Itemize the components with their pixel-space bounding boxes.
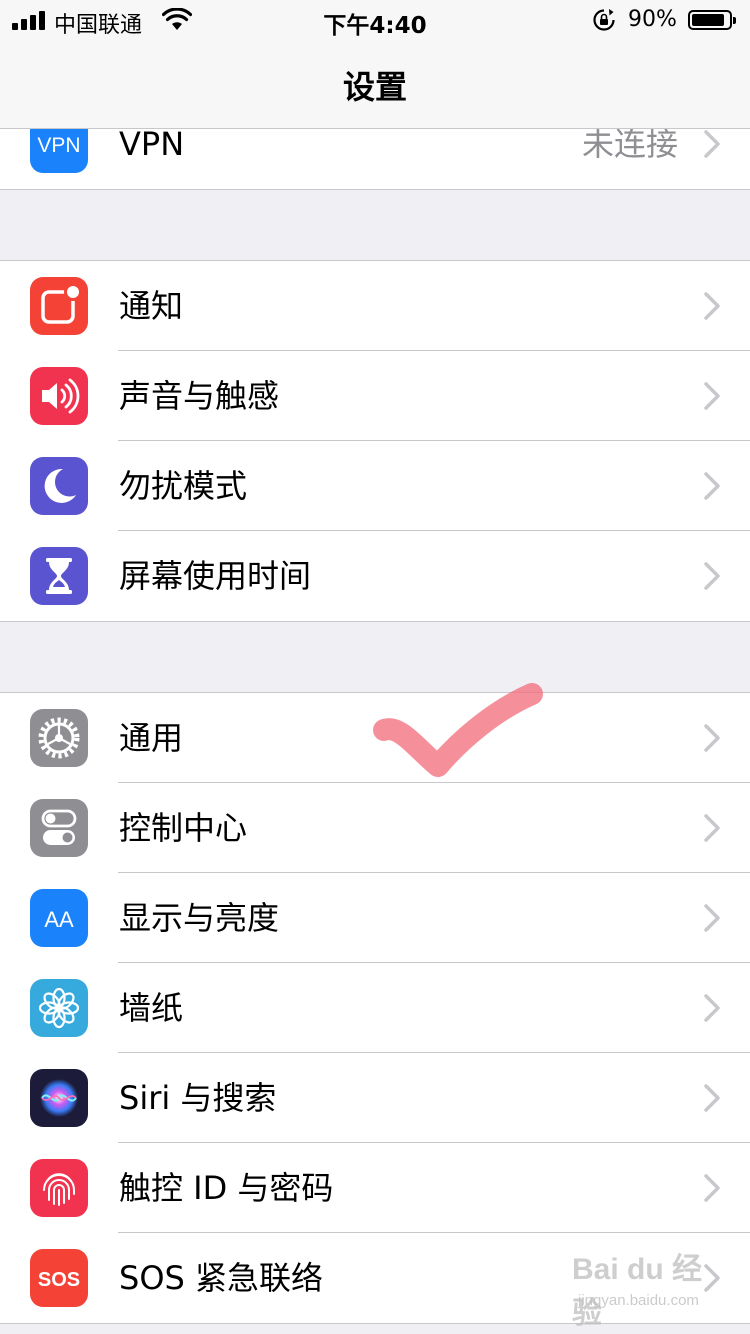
chevron-right-icon [704, 382, 720, 410]
fingerprint-icon [30, 1159, 88, 1217]
speaker-icon [30, 367, 88, 425]
siri-icon [30, 1069, 88, 1127]
settings-row-general[interactable]: 通用 [0, 693, 750, 783]
settings-row-label: 屏幕使用时间 [119, 557, 312, 595]
hourglass-icon [30, 547, 88, 605]
settings-row-label: 勿扰模式 [119, 467, 248, 505]
vpn-icon-text: VPN [37, 134, 80, 157]
chevron-right-icon [704, 814, 720, 842]
toggles-icon [30, 799, 88, 857]
settings-row-wallpaper[interactable]: 墙纸 [0, 963, 750, 1053]
page-title: 设置 [342, 68, 407, 106]
battery-fill [692, 14, 724, 26]
settings-row-label: 墙纸 [119, 989, 184, 1027]
settings-group-general: 通用 控制中心 AA 显示与亮度 墙纸 Siri 与搜索 触控 ID 与密码 S… [0, 692, 750, 1324]
sos-icon: SOS [30, 1249, 88, 1307]
settings-row-label: 触控 ID 与密码 [119, 1169, 334, 1207]
settings-row-label: 控制中心 [119, 809, 248, 847]
settings-row-control-center[interactable]: 控制中心 [0, 783, 750, 873]
settings-row-label: 声音与触感 [119, 377, 280, 415]
text-size-icon-text: AA [44, 907, 74, 932]
settings-row-siri[interactable]: Siri 与搜索 [0, 1053, 750, 1143]
settings-row-label: 通知 [119, 287, 184, 325]
sos-icon-text: SOS [38, 1269, 80, 1291]
settings-row-label: 通用 [119, 719, 184, 757]
chevron-right-icon [704, 1084, 720, 1112]
settings-row-label: 显示与亮度 [119, 899, 280, 937]
gear-icon [30, 709, 88, 767]
text-size-icon: AA [30, 889, 88, 947]
settings-row-do-not-disturb[interactable]: 勿扰模式 [0, 441, 750, 531]
settings-row-sounds[interactable]: 声音与触感 [0, 351, 750, 441]
chevron-right-icon [704, 1174, 720, 1202]
settings-row-display-brightness[interactable]: AA 显示与亮度 [0, 873, 750, 963]
chevron-right-icon [704, 562, 720, 590]
status-bar: 中国联通 下午4:40 90% [0, 0, 750, 40]
battery-icon [688, 10, 736, 30]
settings-row-notifications[interactable]: 通知 [0, 261, 750, 351]
settings-row-touch-id[interactable]: 触控 ID 与密码 [0, 1143, 750, 1233]
settings-screen: 中国联通 下午4:40 90% 设置 VPN VPN 未连接 通知 声音与触感 … [0, 0, 750, 1334]
flower-icon [30, 979, 88, 1037]
moon-icon [30, 457, 88, 515]
chevron-right-icon [704, 904, 720, 932]
chevron-right-icon [704, 292, 720, 320]
chevron-right-icon [704, 724, 720, 752]
chevron-right-icon [704, 1264, 720, 1292]
settings-row-label: Siri 与搜索 [119, 1079, 277, 1117]
battery-percentage: 90% [628, 7, 677, 32]
settings-group-notifications: 通知 声音与触感 勿扰模式 屏幕使用时间 [0, 260, 750, 622]
settings-list: VPN VPN 未连接 通知 声音与触感 勿扰模式 屏幕使用时间 通用 控制中心… [0, 98, 750, 1324]
navigation-bar: 中国联通 下午4:40 90% 设置 [0, 0, 750, 129]
notifications-icon [30, 277, 88, 335]
chevron-right-icon [704, 994, 720, 1022]
rotation-lock-icon [593, 9, 615, 31]
settings-row-emergency-sos[interactable]: SOS SOS 紧急联络 [0, 1233, 750, 1323]
settings-row-screen-time[interactable]: 屏幕使用时间 [0, 531, 750, 621]
chevron-right-icon [704, 472, 720, 500]
chevron-right-icon [704, 130, 720, 158]
settings-row-label: SOS 紧急联络 [119, 1259, 323, 1297]
